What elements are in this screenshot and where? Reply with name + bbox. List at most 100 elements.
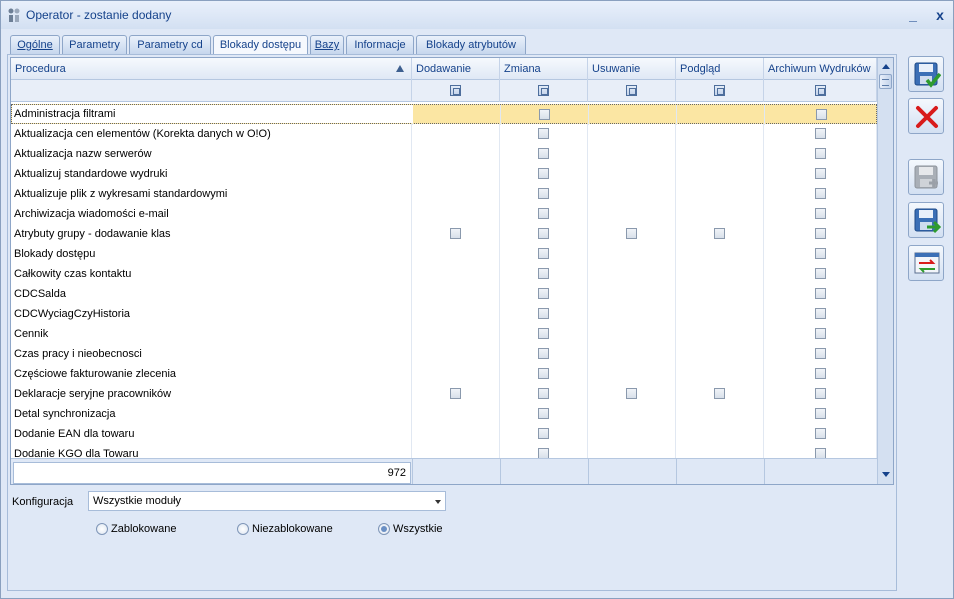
permission-cell [412, 344, 500, 364]
permission-checkbox[interactable] [815, 368, 826, 379]
permission-checkbox[interactable] [816, 109, 827, 120]
permission-checkbox[interactable] [538, 148, 549, 159]
config-select[interactable]: Wszystkie moduły [88, 491, 446, 511]
permission-checkbox[interactable] [815, 268, 826, 279]
tab-ogolne[interactable]: Ogólne [10, 35, 60, 55]
table-row[interactable]: Częściowe fakturowanie zlecenia [11, 364, 877, 384]
transfer-button[interactable] [908, 245, 944, 281]
permission-cell [676, 384, 764, 404]
permission-checkbox[interactable] [815, 188, 826, 199]
permission-checkbox[interactable] [815, 288, 826, 299]
table-row[interactable]: CDCSalda [11, 284, 877, 304]
permission-checkbox[interactable] [538, 208, 549, 219]
save-and-next-button[interactable] [908, 202, 944, 238]
column-header-usuwanie[interactable]: Usuwanie [588, 58, 676, 80]
table-row[interactable]: Cennik [11, 324, 877, 344]
permission-checkbox[interactable] [714, 228, 725, 239]
minimize-button[interactable]: _ [903, 5, 923, 25]
toggle-all-zmiana-icon[interactable] [538, 85, 549, 96]
column-header-zmiana[interactable]: Zmiana [500, 58, 588, 80]
table-row[interactable]: Dodanie EAN dla towaru [11, 424, 877, 444]
permission-checkbox[interactable] [538, 288, 549, 299]
table-row[interactable]: Czas pracy i nieobecnosci [11, 344, 877, 364]
permission-cell [764, 224, 877, 244]
procedure-cell: Detal synchronizacja [11, 404, 412, 424]
table-row[interactable]: Deklaracje seryjne pracowników [11, 384, 877, 404]
permission-checkbox[interactable] [815, 228, 826, 239]
permission-cell [588, 344, 676, 364]
toggle-all-archiwum-icon[interactable] [815, 85, 826, 96]
permission-checkbox[interactable] [538, 388, 549, 399]
permission-checkbox[interactable] [538, 348, 549, 359]
tab-blokady-atrybutow[interactable]: Blokady atrybutów [416, 35, 526, 55]
column-header-podglad[interactable]: Podgląd [676, 58, 764, 80]
tab-blokady-dostepu[interactable]: Blokady dostępu [213, 35, 308, 56]
permission-checkbox[interactable] [714, 388, 725, 399]
table-row[interactable]: Aktualizuj standardowe wydruki [11, 164, 877, 184]
table-row[interactable]: Blokady dostępu [11, 244, 877, 264]
procedure-name: CDCSalda [14, 288, 66, 300]
scroll-up-icon[interactable] [878, 60, 893, 74]
column-label: Dodawanie [416, 63, 472, 75]
permission-checkbox[interactable] [815, 308, 826, 319]
close-button[interactable]: x [930, 5, 950, 25]
toggle-all-dodawanie-icon[interactable] [450, 85, 461, 96]
permission-cell [588, 284, 676, 304]
permission-cell [413, 105, 501, 125]
permission-checkbox[interactable] [626, 388, 637, 399]
table-row[interactable]: Detal synchronizacja [11, 404, 877, 424]
permission-checkbox[interactable] [815, 388, 826, 399]
permission-checkbox[interactable] [538, 248, 549, 259]
table-row[interactable]: Atrybuty grupy - dodawanie klas [11, 224, 877, 244]
permission-checkbox[interactable] [538, 428, 549, 439]
procedure-cell: Atrybuty grupy - dodawanie klas [11, 224, 412, 244]
save-disabled-button[interactable] [908, 159, 944, 195]
permission-checkbox[interactable] [815, 328, 826, 339]
procedure-cell: Aktualizacja nazw serwerów [11, 144, 412, 164]
scroll-down-icon[interactable] [878, 468, 893, 482]
permission-checkbox[interactable] [815, 168, 826, 179]
permission-checkbox[interactable] [538, 168, 549, 179]
cancel-button[interactable] [908, 98, 944, 134]
permission-checkbox[interactable] [815, 208, 826, 219]
permission-checkbox[interactable] [538, 128, 549, 139]
vertical-scrollbar[interactable] [877, 58, 893, 484]
scroll-thumb[interactable] [879, 74, 892, 89]
table-row[interactable]: Aktualizacja nazw serwerów [11, 144, 877, 164]
permission-checkbox[interactable] [815, 148, 826, 159]
toggle-all-usuwanie-icon[interactable] [626, 85, 637, 96]
table-row[interactable]: Archiwizacja wiadomości e-mail [11, 204, 877, 224]
permission-checkbox[interactable] [538, 408, 549, 419]
permission-checkbox[interactable] [450, 388, 461, 399]
permission-checkbox[interactable] [538, 368, 549, 379]
tab-informacje[interactable]: Informacje [346, 35, 414, 55]
permission-checkbox[interactable] [538, 228, 549, 239]
permission-checkbox[interactable] [538, 188, 549, 199]
permission-checkbox[interactable] [815, 128, 826, 139]
tab-parametry-cd[interactable]: Parametry cd [129, 35, 211, 55]
permission-checkbox[interactable] [450, 228, 461, 239]
save-button[interactable] [908, 56, 944, 92]
permission-checkbox[interactable] [626, 228, 637, 239]
table-row[interactable]: Aktualizacja cen elementów (Korekta dany… [11, 124, 877, 144]
table-row[interactable]: Aktualizuje plik z wykresami standardowy… [11, 184, 877, 204]
table-row[interactable]: Administracja filtrami [11, 104, 878, 125]
permission-checkbox[interactable] [538, 268, 549, 279]
permission-checkbox[interactable] [815, 348, 826, 359]
column-header-archiwum-wydrukow[interactable]: Archiwum Wydruków [764, 58, 877, 80]
permission-checkbox[interactable] [815, 408, 826, 419]
permission-checkbox[interactable] [538, 328, 549, 339]
permission-checkbox[interactable] [539, 109, 550, 120]
tab-bazy[interactable]: Bazy [310, 35, 344, 55]
table-row[interactable]: Całkowity czas kontaktu [11, 264, 877, 284]
tab-parametry[interactable]: Parametry [62, 35, 127, 55]
permission-checkbox[interactable] [815, 428, 826, 439]
table-row[interactable]: CDCWyciagCzyHistoria [11, 304, 877, 324]
procedure-name: Blokady dostępu [14, 248, 96, 260]
permission-checkbox[interactable] [815, 248, 826, 259]
column-header-procedura[interactable]: Procedura [11, 58, 412, 80]
column-header-dodawanie[interactable]: Dodawanie [412, 58, 500, 80]
cancel-icon [916, 106, 938, 128]
toggle-all-podglad-icon[interactable] [714, 85, 725, 96]
permission-checkbox[interactable] [538, 308, 549, 319]
